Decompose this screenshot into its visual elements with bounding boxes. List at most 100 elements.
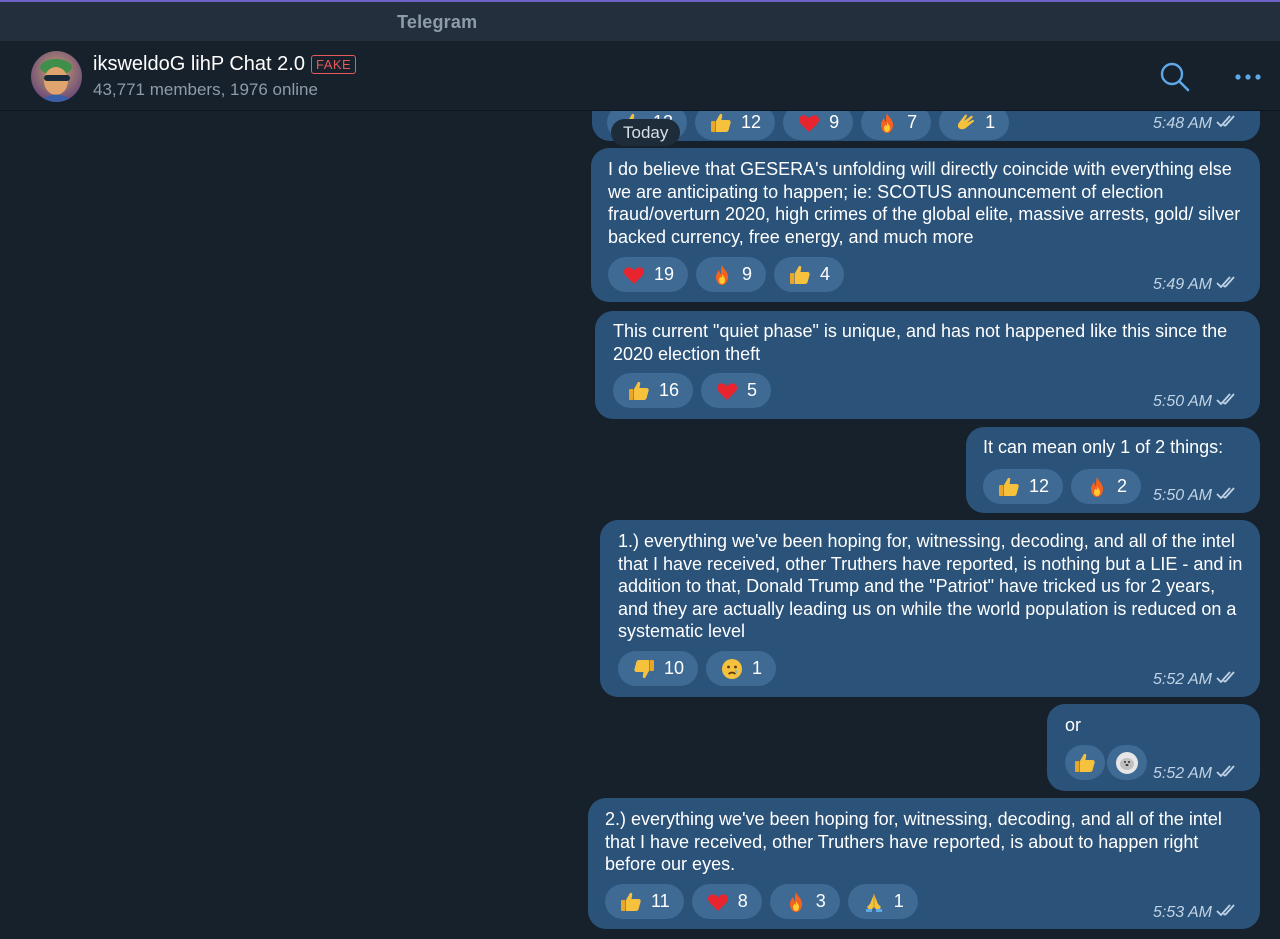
- reaction-heart[interactable]: 8: [691, 884, 762, 919]
- reaction-count: 2: [1117, 476, 1128, 496]
- reaction-count: 1: [893, 891, 904, 911]
- reaction-fire[interactable]: 2: [1071, 469, 1142, 504]
- time-label: 5:52 AM: [1153, 764, 1212, 782]
- reaction-bar: 12 2: [983, 469, 1149, 504]
- reaction-count: 9: [829, 112, 840, 132]
- heart-icon: [622, 263, 646, 287]
- folded-hands-icon: [862, 890, 886, 914]
- message-list[interactable]: 13129715:48 AMI do believe that GESERA's…: [0, 111, 1280, 939]
- read-checkmarks-icon: [1212, 392, 1242, 411]
- window-titlebar: Telegram: [0, 0, 1280, 41]
- reaction-bar: [1065, 745, 1149, 780]
- fire-icon: [784, 890, 808, 914]
- read-checkmarks-icon: [1212, 764, 1242, 783]
- reaction-bar: 11 8 3 1: [605, 884, 926, 919]
- reaction-count: 12: [1029, 476, 1050, 496]
- chat-header[interactable]: iksweldoG lihP Chat 2.0 FAKE 43,771 memb…: [0, 41, 1280, 111]
- chat-member-count: 43,771 members, 1976 online: [93, 80, 318, 99]
- date-separator: Today: [611, 119, 681, 146]
- reaction-count: 19: [654, 264, 675, 284]
- reaction-clapping[interactable]: 1: [939, 111, 1010, 140]
- reaction-count: 5: [747, 380, 758, 400]
- thumbs-up-icon: [997, 475, 1021, 499]
- thumbs-up-icon: [788, 263, 812, 287]
- reaction-count: 9: [742, 264, 753, 284]
- reaction-heart[interactable]: 5: [701, 373, 772, 408]
- more-options-button[interactable]: [1230, 59, 1266, 95]
- message-time: 5:53 AM: [1153, 903, 1242, 922]
- reaction-heart[interactable]: 9: [783, 111, 854, 140]
- message-text: This current "quiet phase" is unique, an…: [613, 321, 1228, 364]
- reaction-crying-face[interactable]: 1: [706, 651, 777, 686]
- time-label: 5:50 AM: [1153, 392, 1212, 410]
- reaction-count: 11: [651, 891, 670, 911]
- reaction-count: 16: [659, 380, 680, 400]
- reaction-user-avatar[interactable]: [1107, 745, 1147, 780]
- fire-icon: [710, 263, 734, 287]
- reaction-thumbs-up[interactable]: 16: [613, 373, 694, 408]
- message-text: It can mean only 1 of 2 things:: [983, 437, 1224, 457]
- reaction-count: 3: [815, 891, 826, 911]
- chat-avatar[interactable]: [31, 51, 82, 102]
- fire-icon: [1085, 475, 1109, 499]
- read-checkmarks-icon: [1212, 670, 1242, 689]
- read-checkmarks-icon: [1212, 114, 1242, 133]
- message-text: I do believe that GESERA's unfolding wil…: [608, 159, 1241, 247]
- heart-icon: [715, 379, 739, 403]
- window-title: Telegram: [397, 12, 478, 32]
- message-text: or: [1065, 715, 1082, 735]
- thumbs-up-icon: [619, 890, 643, 914]
- reaction-thumbs-up[interactable]: [1065, 745, 1105, 780]
- reaction-thumbs-up[interactable]: 12: [983, 469, 1064, 504]
- crying-face-icon: [720, 657, 744, 681]
- search-icon: [1160, 62, 1190, 92]
- reaction-thumbs-up[interactable]: 12: [695, 111, 776, 140]
- reaction-bar: 19 9 4: [608, 257, 852, 292]
- reaction-fire[interactable]: 7: [861, 111, 932, 140]
- reaction-folded-hands[interactable]: 1: [847, 884, 918, 919]
- search-button[interactable]: [1157, 59, 1193, 95]
- message-time: 5:48 AM: [1153, 114, 1242, 133]
- reaction-count: 4: [820, 264, 831, 284]
- message-time: 5:52 AM: [1153, 764, 1242, 783]
- reaction-heart[interactable]: 19: [608, 257, 689, 292]
- clapping-icon: [953, 111, 977, 135]
- message-time: 5:52 AM: [1153, 670, 1242, 689]
- read-checkmarks-icon: [1212, 903, 1242, 922]
- reaction-count: 1: [752, 658, 763, 678]
- more-dots-icon: [1235, 74, 1261, 80]
- user-avatar-icon: [1115, 751, 1139, 775]
- reaction-count: 7: [907, 112, 918, 132]
- heart-icon: [706, 890, 730, 914]
- thumbs-up-icon: [709, 111, 733, 135]
- time-label: 5:53 AM: [1153, 903, 1212, 921]
- thumbs-up-icon: [627, 379, 651, 403]
- read-checkmarks-icon: [1212, 486, 1242, 505]
- time-label: 5:50 AM: [1153, 486, 1212, 504]
- message-text: 2.) everything we've been hoping for, wi…: [605, 809, 1222, 874]
- fake-badge: FAKE: [310, 55, 357, 74]
- read-checkmarks-icon: [1212, 275, 1242, 294]
- reaction-fire[interactable]: 3: [769, 884, 840, 919]
- message-text: 1.) everything we've been hoping for, wi…: [618, 531, 1243, 641]
- reaction-count: 8: [737, 891, 748, 911]
- reaction-thumbs-up[interactable]: 11: [605, 884, 684, 919]
- chat-title[interactable]: iksweldoG lihP Chat 2.0: [93, 53, 305, 76]
- reaction-count: 1: [985, 112, 996, 132]
- reaction-count: 10: [664, 658, 685, 678]
- reaction-fire[interactable]: 9: [696, 257, 767, 292]
- chat-title-row[interactable]: iksweldoG lihP Chat 2.0 FAKE: [93, 53, 357, 76]
- fire-icon: [875, 111, 899, 135]
- reaction-bar: 16 5: [613, 373, 779, 408]
- reaction-bar: 10 1: [618, 651, 784, 686]
- time-label: 5:52 AM: [1153, 670, 1212, 688]
- time-label: 5:48 AM: [1153, 114, 1212, 132]
- message-time: 5:49 AM: [1153, 275, 1242, 294]
- reaction-thumbs-up[interactable]: 4: [774, 257, 845, 292]
- reaction-count: 12: [741, 112, 762, 132]
- thumbs-up-icon: [1073, 751, 1097, 775]
- message-time: 5:50 AM: [1153, 392, 1242, 411]
- time-label: 5:49 AM: [1153, 275, 1212, 293]
- heart-icon: [797, 111, 821, 135]
- reaction-thumbs-down[interactable]: 10: [618, 651, 699, 686]
